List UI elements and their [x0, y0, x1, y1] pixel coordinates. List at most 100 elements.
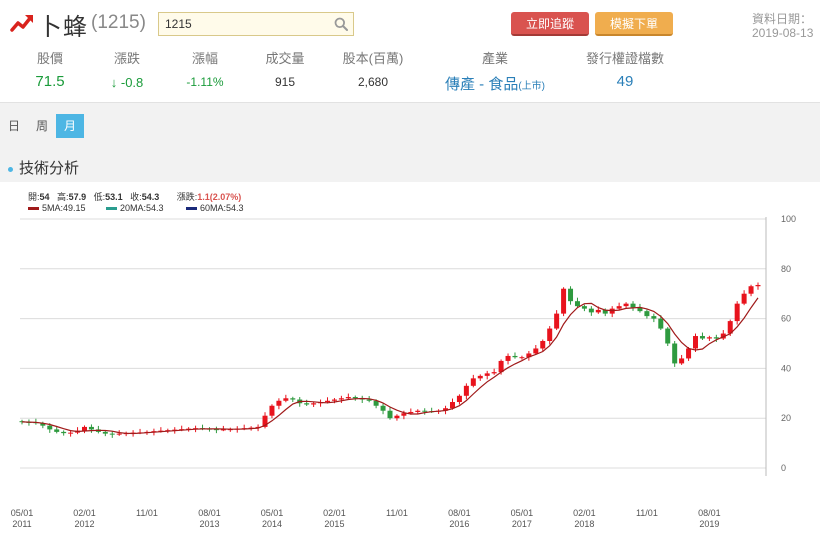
candle-body [581, 306, 587, 309]
data-date-label: 資料日期： [752, 12, 813, 26]
y-tick-label: 60 [781, 314, 791, 324]
candle-body [595, 309, 601, 313]
candle-body [463, 385, 469, 396]
candle-body [755, 284, 761, 287]
candle-body [54, 429, 60, 432]
x-tick-year: 2013 [199, 519, 219, 529]
simulate-order-button[interactable]: 模擬下單 [595, 12, 673, 36]
x-tick-label: 05/01 [261, 508, 284, 518]
stat-label: 成交量 [265, 51, 305, 66]
candle-body [679, 358, 685, 364]
candle-body [713, 337, 719, 339]
stock-code: (1215) [91, 12, 146, 33]
candle-body [693, 336, 699, 349]
x-tick-year: 2017 [512, 519, 532, 529]
industry-link[interactable]: 傳產 - 食品 [445, 76, 518, 93]
stat-value: -1.11% [186, 75, 224, 89]
section-title: 技術分析 [8, 157, 79, 178]
candle-body [574, 301, 580, 307]
tab-week[interactable]: 周 [28, 114, 56, 138]
candle-body [456, 395, 462, 403]
stat-capital: 股本(百萬) 2,680 [338, 48, 408, 89]
candle-body [345, 397, 351, 399]
candle-body [470, 378, 476, 386]
candle-body [380, 405, 386, 411]
x-tick-label: 05/01 [11, 508, 34, 518]
quote-header: 卜蜂 (1215) 立即追蹤 模擬下單 資料日期： 2019-08-13 股價 … [0, 0, 820, 102]
candle-body [47, 425, 53, 430]
section-title-text: 技術分析 [19, 160, 80, 177]
candle-body [68, 432, 74, 434]
candle-body [686, 348, 692, 359]
stat-value[interactable]: 49 [572, 73, 678, 90]
candle-body [540, 341, 546, 349]
candle-body [484, 373, 490, 376]
stat-value[interactable]: 傳產 - 食品(上市) [435, 73, 555, 94]
candle-body [665, 328, 671, 344]
chart-toolbar: 日 周 月 技術分析 [0, 102, 820, 182]
search-input[interactable] [159, 13, 329, 35]
stat-label: 漲跌 [113, 51, 140, 66]
tab-month[interactable]: 月 [56, 114, 84, 138]
y-tick-label: 100 [781, 214, 796, 224]
candle-body [477, 375, 483, 379]
candle-body [623, 303, 629, 307]
stat-price: 股價 71.5 [30, 48, 70, 90]
x-tick-label: 08/01 [198, 508, 221, 518]
x-tick-label: 08/01 [448, 508, 471, 518]
change-text: -0.8 [120, 75, 144, 90]
data-date-value: 2019-08-13 [752, 26, 814, 40]
stat-volume: 成交量 915 [260, 48, 310, 89]
candlestick-chart[interactable]: 02040608010005/01201102/01201211/01 08/01… [0, 182, 820, 552]
candle-body [512, 355, 518, 358]
x-tick-year: 2011 [12, 519, 31, 529]
stat-value: 71.5 [35, 73, 65, 90]
stat-warrants: 發行權證檔數 49 [572, 48, 678, 90]
candle-body [741, 293, 747, 304]
stat-value: 2,680 [357, 75, 389, 89]
candle-body [290, 398, 296, 400]
x-tick-label: 02/01 [323, 508, 346, 518]
x-tick-year: 2012 [74, 519, 94, 529]
rising-chart-icon [10, 15, 33, 32]
candle-body [61, 431, 67, 434]
candle-body [699, 336, 705, 339]
x-tick-label: 11/01 [636, 508, 658, 518]
candle-body [706, 337, 712, 339]
x-tick-year: 2015 [324, 519, 344, 529]
candle-body [109, 433, 115, 435]
stat-industry: 產業 傳產 - 食品(上市) [435, 48, 555, 94]
technical-chart: 開:54 高:57.9 低:53.1 收:54.3 漲跌:1.1(2.07%) … [0, 182, 820, 552]
stock-search[interactable] [158, 12, 354, 36]
candle-body [554, 313, 560, 329]
x-tick-label: 02/01 [73, 508, 96, 518]
candle-body [352, 397, 358, 399]
track-button[interactable]: 立即追蹤 [511, 12, 589, 36]
market-tag: (上市) [518, 81, 545, 92]
candle-body [561, 288, 567, 314]
y-tick-label: 0 [781, 463, 786, 473]
candle-body [505, 355, 511, 361]
stock-name: 卜蜂 [38, 14, 88, 41]
candle-body [630, 303, 636, 308]
candle-body [283, 398, 289, 401]
x-tick-year: 2019 [699, 519, 719, 529]
stat-label: 產業 [481, 51, 508, 66]
candle-body [533, 348, 539, 354]
y-tick-label: 40 [781, 363, 791, 373]
candle-body [748, 286, 754, 294]
x-tick-year: 2018 [574, 519, 594, 529]
stat-value: ↓ -0.8 [102, 75, 152, 90]
candle-body [644, 311, 650, 317]
candle-body [331, 399, 337, 401]
candle-body [304, 403, 310, 405]
search-icon[interactable] [334, 17, 348, 31]
candle-body [568, 288, 574, 302]
tab-day[interactable]: 日 [0, 114, 28, 138]
candle-body [88, 426, 94, 430]
candle-body [311, 403, 317, 405]
stat-change: 漲跌 ↓ -0.8 [102, 48, 152, 90]
stat-label: 發行權證檔數 [585, 51, 664, 66]
x-tick-label: 02/01 [573, 508, 596, 518]
x-tick-label: 05/01 [511, 508, 534, 518]
